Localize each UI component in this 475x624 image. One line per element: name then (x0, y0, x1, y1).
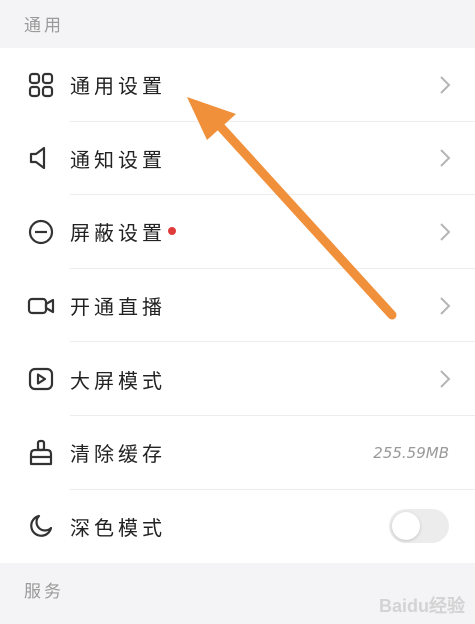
speaker-icon (24, 141, 58, 175)
section-title: 服务 (24, 582, 64, 603)
settings-item-label: 屏蔽设置 (70, 221, 166, 246)
chevron-right-icon (440, 370, 451, 388)
settings-item-live[interactable]: 开通直播 (0, 269, 475, 343)
chevron-right-icon (440, 149, 451, 168)
settings-list: 通用设置 通知设置 屏蔽设置 开通直播 大屏模式 清除缓存 255.59MB 深… (0, 48, 475, 564)
moon-icon (24, 509, 58, 543)
notification-dot (168, 226, 176, 235)
chevron-right-icon (440, 76, 451, 94)
settings-item-label: 大屏模式 (70, 368, 166, 393)
section-title: 通用 (24, 16, 64, 36)
settings-item-dark-mode[interactable]: 深色模式 (0, 490, 475, 564)
cache-size-value: 255.59MB (373, 443, 449, 462)
settings-item-notification[interactable]: 通知设置 (0, 122, 475, 196)
settings-item-big-screen[interactable]: 大屏模式 (0, 342, 475, 416)
broom-icon (24, 436, 58, 470)
toggle-knob (392, 512, 420, 541)
video-camera-icon (24, 289, 58, 323)
settings-item-clear-cache[interactable]: 清除缓存 255.59MB (0, 416, 475, 490)
settings-item-label: 清除缓存 (70, 442, 166, 467)
dark-mode-toggle[interactable] (389, 509, 449, 544)
settings-item-general[interactable]: 通用设置 (0, 48, 475, 122)
play-screen-icon (24, 362, 58, 396)
chevron-right-icon (440, 223, 451, 241)
settings-item-block[interactable]: 屏蔽设置 (0, 195, 475, 269)
settings-item-label: 通知设置 (70, 147, 166, 172)
settings-item-label: 开通直播 (70, 295, 166, 320)
settings-item-label: 深色模式 (70, 515, 166, 540)
chevron-right-icon (440, 296, 451, 315)
section-header-general: 通用 (0, 0, 475, 48)
settings-item-label: 通用设置 (70, 74, 166, 99)
watermark-logo: Baidu经验 (378, 596, 465, 616)
block-icon (24, 215, 58, 249)
grid-icon (24, 68, 58, 102)
